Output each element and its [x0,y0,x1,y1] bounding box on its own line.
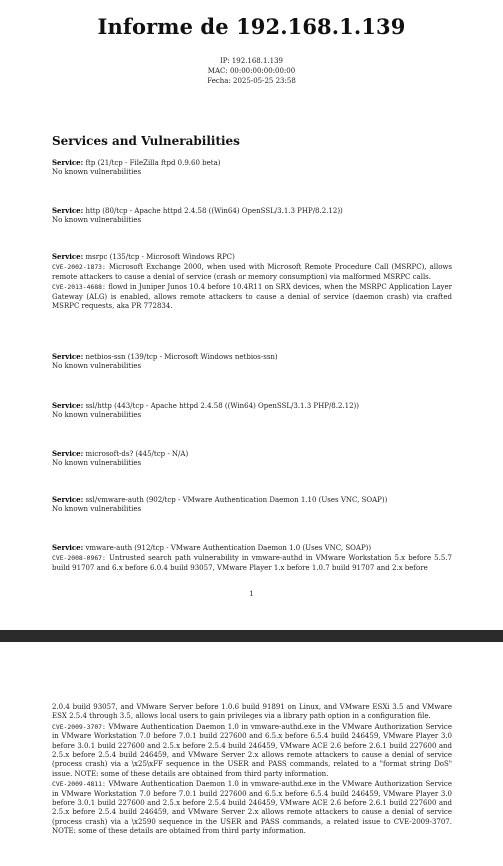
date-line: Fecha: 2025-05-25 23:58 [207,77,296,85]
service-label: Service: [52,158,84,167]
cve-entry: CVE-2009-3707: VMware Authentication Dae… [52,723,452,779]
service-note: No known vulnerabilities [52,505,142,514]
service-note: No known vulnerabilities [52,411,142,420]
service-block: Service: http (80/tcp - Apache httpd 2.4… [52,206,452,226]
cve-text: flowd in Juniper Junos 10.4 before 10.4R… [52,283,452,311]
service-block: Service: ftp (21/tcp - FileZilla ftpd 0.… [52,158,452,178]
service-label: Service: [52,543,84,552]
service-desc: microsoft-ds? (445/tcp - N/A) [85,450,189,458]
report-title: Informe de 192.168.1.139 [97,14,406,39]
service-block: Service: ssl/http (443/tcp - Apache http… [52,401,452,421]
cve-id: CVE-2002-1873: [52,263,106,272]
service-block: Service: microsoft-ds? (445/tcp - N/A) N… [52,449,452,469]
cve-id: CVE-2009-4811: [52,780,106,789]
service-note: No known vulnerabilities [52,362,142,371]
page-number: 1 [249,590,254,598]
pdf-page-1: Informe de 192.168.1.139 IP: 192.168.1.1… [0,0,503,630]
cve-text: Untrusted search path vulnerability in v… [52,554,452,572]
continued-text: 2.0.4 build 93057, and VMware Server bef… [52,703,452,721]
cve-entry: CVE-2008-0967: Untrusted search path vul… [52,554,452,573]
service-block: Service: ssl/vmware-auth (902/tcp - VMwa… [52,495,452,515]
service-desc: vmware-auth (912/tcp - VMware Authentica… [85,544,372,552]
cve-entry: CVE-2009-4811: VMware Authentication Dae… [52,780,452,836]
service-desc: ssl/vmware-auth (902/tcp - VMware Authen… [85,496,388,504]
service-label: Service: [52,252,84,261]
service-desc: netbios-ssn (139/tcp - Microsoft Windows… [85,353,278,361]
service-desc: msrpc (135/tcp - Microsoft Windows RPC) [85,253,235,261]
pdf-page-2: 2.0.4 build 93057, and VMware Server bef… [0,642,503,866]
continued-content: 2.0.4 build 93057, and VMware Server bef… [52,703,452,838]
cve-entry: CVE-2013-4688: flowd in Juniper Junos 10… [52,283,452,311]
service-block: Service: netbios-ssn (139/tcp - Microsof… [52,352,452,372]
cve-id: CVE-2009-3707: [52,722,106,731]
cve-text: VMware Authentication Daemon 1.0 in vmwa… [52,780,452,836]
service-label: Service: [52,449,84,458]
cve-text: VMware Authentication Daemon 1.0 in vmwa… [52,722,452,778]
host-meta: IP: 192.168.1.139 MAC: 00:00:00:00:00:00… [0,56,503,86]
mac-line: MAC: 00:00:00:00:00:00 [207,67,296,75]
service-note: No known vulnerabilities [52,459,142,468]
service-desc: ssl/http (443/tcp - Apache httpd 2.4.58 … [85,402,360,410]
service-label: Service: [52,495,84,504]
service-label: Service: [52,206,84,215]
service-desc: ftp (21/tcp - FileZilla ftpd 0.9.60 beta… [85,159,221,167]
cve-id: CVE-2013-4688: [52,283,106,292]
service-label: Service: [52,352,84,361]
ip-line: IP: 192.168.1.139 [219,57,284,65]
cve-text: Microsoft Exchange 2000, when used with … [52,263,452,281]
section-title: Services and Vulnerabilities [52,134,240,148]
service-note: No known vulnerabilities [52,168,142,177]
cve-id: CVE-2008-0967: [52,554,106,563]
service-block: Service: vmware-auth (912/tcp - VMware A… [52,543,452,573]
page-separator [0,630,503,642]
service-note: No known vulnerabilities [52,216,142,225]
cve-entry: CVE-2002-1873: Microsoft Exchange 2000, … [52,263,452,282]
service-label: Service: [52,401,84,410]
service-block: Service: msrpc (135/tcp - Microsoft Wind… [52,252,452,311]
service-desc: http (80/tcp - Apache httpd 2.4.58 ((Win… [85,207,343,215]
